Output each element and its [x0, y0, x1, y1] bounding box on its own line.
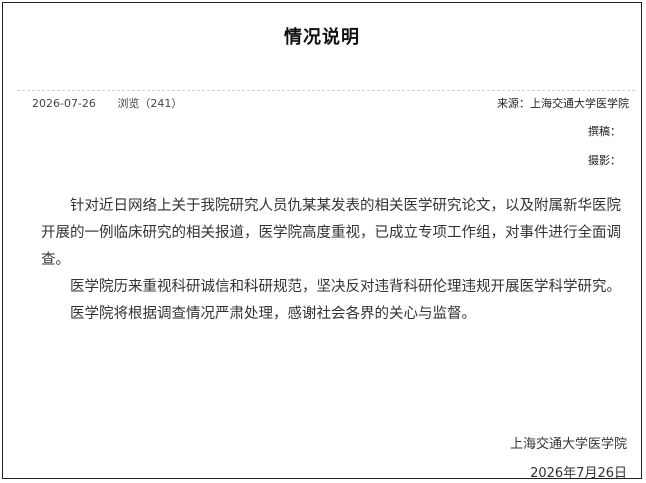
writer-credit: 撰稿： [588, 125, 621, 138]
meta-divider [17, 90, 635, 91]
paragraph: 针对近日网络上关于我院研究人员仇某某发表的相关医学研究论文，以及附属新华医院开展… [41, 198, 621, 268]
photographer-credit: 摄影： [588, 154, 621, 167]
paragraph: 医学院将根据调查情况严肃处理，感谢社会各界的关心与监督。 [70, 306, 476, 322]
page-title: 情况说明 [284, 27, 360, 48]
article-body: 针对近日网络上关于我院研究人员仇某某发表的相关医学研究论文，以及附属新华医院开展… [41, 193, 633, 328]
paragraph: 医学院历来重视科研诚信和科研规范，坚决反对违背科研伦理违规开展医学科学研究。 [70, 279, 621, 295]
publish-date: 2026-07-26 [32, 97, 96, 110]
signature-date: 2026年7月26日 [530, 466, 627, 481]
view-count: 浏览（241） [117, 97, 183, 110]
article-source: 来源：上海交通大学医学院 [497, 97, 629, 110]
article-meta: 2026-07-26 浏览（241） [32, 95, 182, 111]
article-container: 情况说明 2026-07-26 浏览（241） 来源：上海交通大学医学院 撰稿：… [2, 2, 642, 481]
signature-organization: 上海交通大学医学院 [509, 437, 627, 452]
